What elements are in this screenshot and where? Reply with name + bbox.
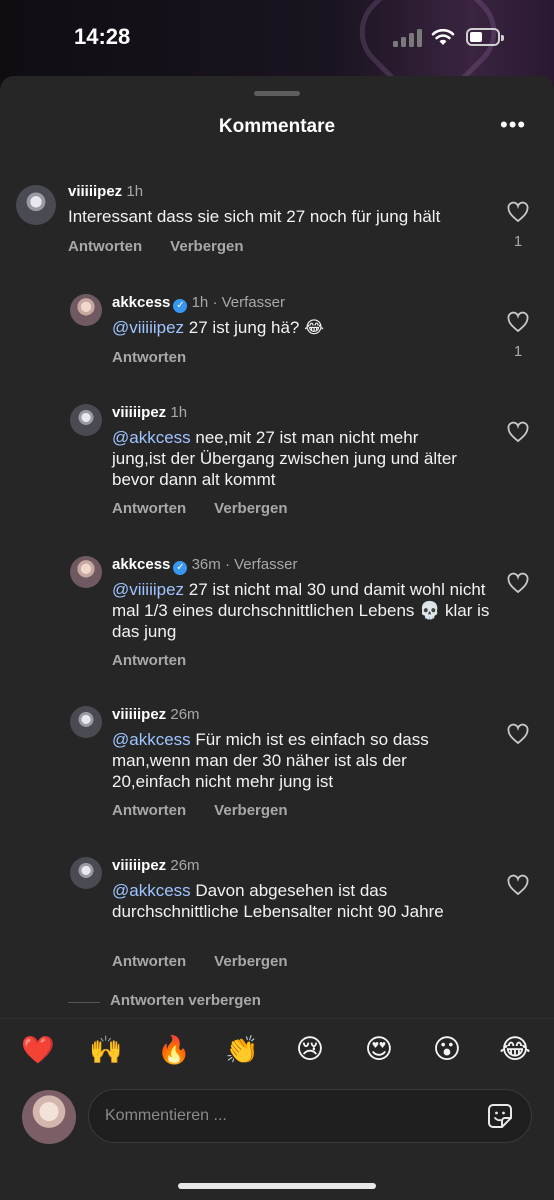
mention-link[interactable]: @akkcess [112, 428, 191, 447]
reply-button[interactable]: Antworten [112, 652, 186, 669]
reply-button[interactable]: Antworten [112, 500, 186, 517]
avatar[interactable] [70, 294, 102, 326]
comment-meta: viiiiipez 1h [112, 404, 187, 421]
heart-outline-icon[interactable] [506, 571, 530, 595]
mention-link[interactable]: @viiiiipez [112, 318, 184, 337]
comment-actions: Antworten [112, 652, 214, 669]
comment-username[interactable]: viiiiipez [112, 857, 166, 874]
comment-composer: Kommentieren ... [0, 1086, 554, 1156]
like-count: 1 [513, 233, 523, 250]
status-bar: 14:28 [0, 0, 554, 76]
status-time: 14:28 [74, 24, 131, 49]
comment-text: @akkcess nee,mit 27 ist man nicht mehr j… [112, 427, 462, 490]
comment-time: 1h [191, 294, 209, 311]
comment-input[interactable]: Kommentieren ... [88, 1089, 532, 1143]
comment-meta: viiiiipez 26m [112, 706, 200, 723]
comment-time: 1h [170, 404, 188, 421]
comment-time: 26m [170, 706, 200, 723]
reply-button[interactable]: Antworten [112, 349, 186, 366]
sheet-grabber[interactable] [254, 91, 300, 96]
verified-badge-icon: ✓ [173, 561, 188, 575]
my-avatar [22, 1090, 76, 1144]
comment-text: @viiiiipez 27 ist nicht mal 30 und damit… [112, 579, 492, 642]
comment-meta: akkcess ✓ 36m · Verfasser [112, 556, 297, 575]
emoji-crying[interactable]: 😢 [293, 1034, 327, 1065]
comment-body: Interessant dass sie sich mit 27 noch fü… [68, 207, 441, 226]
heart-outline-icon[interactable] [506, 722, 530, 746]
comment-actions: Antworten Verbergen [112, 500, 316, 517]
comment-username[interactable]: viiiiipez [68, 183, 122, 200]
comment-body: 27 ist jung hä? 😂 [184, 318, 324, 337]
sticker-icon[interactable] [487, 1103, 513, 1129]
emoji-raised-hands[interactable]: 🙌 [89, 1034, 123, 1066]
hide-button[interactable]: Verbergen [214, 802, 287, 819]
more-options-icon[interactable]: ••• [500, 112, 526, 138]
home-indicator[interactable] [178, 1183, 376, 1189]
hide-button[interactable]: Verbergen [214, 500, 287, 517]
reply-button[interactable]: Antworten [112, 953, 186, 970]
avatar[interactable] [16, 185, 56, 225]
comment-text: @viiiiipez 27 ist jung hä? 😂 [112, 317, 492, 338]
battery-icon [466, 28, 504, 46]
heart-outline-icon[interactable] [506, 200, 530, 224]
mention-link[interactable]: @akkcess [112, 730, 191, 749]
emoji-surprised[interactable]: 😮 [430, 1034, 464, 1065]
emoji-quick-bar: ❤️ 🙌 🔥 👏 😢 😍 😮 😂 [0, 1034, 554, 1074]
comment-actions: Antworten Verbergen [68, 238, 272, 255]
cellular-signal-icon [393, 29, 423, 47]
comment-time: 1h [126, 183, 144, 200]
comment-time: 36m [191, 556, 221, 573]
comment-actions: Antworten Verbergen [112, 802, 316, 819]
mention-link[interactable]: @akkcess [112, 881, 191, 900]
comment-input-placeholder: Kommentieren ... [105, 1107, 227, 1124]
heart-outline-icon[interactable] [506, 873, 530, 897]
comment-text: @akkcess Für mich ist es einfach so dass… [112, 729, 472, 792]
emoji-heart-eyes[interactable]: 😍 [362, 1034, 396, 1065]
comment-text: @akkcess Davon abgesehen ist das durchsc… [112, 880, 452, 922]
hide-replies-button[interactable]: Antworten verbergen [68, 992, 261, 1009]
wifi-icon [431, 28, 455, 45]
hide-button[interactable]: Verbergen [214, 953, 287, 970]
avatar[interactable] [70, 706, 102, 738]
emoji-heart[interactable]: ❤️ [21, 1034, 55, 1066]
sheet-title: Kommentare [218, 116, 336, 137]
like-count: 1 [513, 343, 523, 360]
emoji-fire[interactable]: 🔥 [157, 1034, 191, 1066]
author-tag: · Verfasser [224, 556, 298, 573]
verified-badge-icon: ✓ [173, 299, 188, 313]
reply-button[interactable]: Antworten [112, 802, 186, 819]
comment-actions: Antworten Verbergen [112, 953, 316, 970]
avatar[interactable] [70, 404, 102, 436]
comment-meta: akkcess ✓ 1h · Verfasser [112, 294, 285, 313]
emoji-laughing[interactable]: 😂 [498, 1034, 532, 1065]
heart-outline-icon[interactable] [506, 420, 530, 444]
divider [0, 1018, 554, 1019]
avatar[interactable] [70, 857, 102, 889]
comment-username[interactable]: akkcess [112, 294, 170, 311]
emoji-clap[interactable]: 👏 [225, 1034, 259, 1066]
avatar[interactable] [70, 556, 102, 588]
comment-meta: viiiiipez 1h [68, 183, 143, 200]
comment-actions: Antworten [112, 349, 214, 366]
reply-button[interactable]: Antworten [68, 238, 142, 255]
comment-username[interactable]: akkcess [112, 556, 170, 573]
mention-link[interactable]: @viiiiipez [112, 580, 184, 599]
comment-text: Interessant dass sie sich mit 27 noch fü… [68, 206, 488, 227]
heart-outline-icon[interactable] [506, 310, 530, 334]
hide-button[interactable]: Verbergen [170, 238, 243, 255]
comment-meta: viiiiipez 26m [112, 857, 200, 874]
comment-username[interactable]: viiiiipez [112, 706, 166, 723]
author-tag: · Verfasser [212, 294, 285, 311]
comment-username[interactable]: viiiiipez [112, 404, 166, 421]
hide-replies-label: Antworten verbergen [110, 992, 261, 1009]
comment-time: 26m [170, 857, 200, 874]
